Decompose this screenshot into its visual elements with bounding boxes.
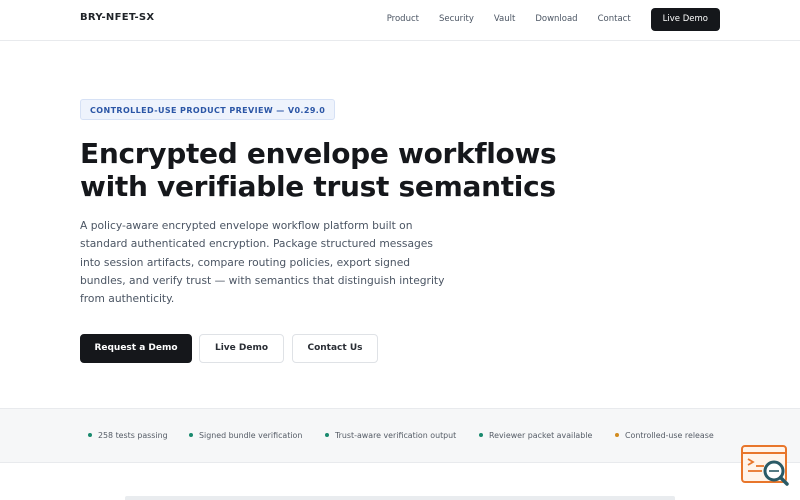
live-demo-nav-button[interactable]: Live Demo	[650, 8, 720, 31]
status-strip: 258 tests passing Signed bundle verifica…	[0, 408, 800, 463]
nav-link-vault[interactable]: Vault	[494, 8, 515, 31]
status-dot	[479, 433, 483, 437]
top-nav: BRY-NFET-SX Product Security Vault Downl…	[0, 0, 800, 41]
status-item-controlled-release: Controlled-use release	[615, 431, 714, 440]
hero-title-line-2: with verifiable trust semantics	[80, 170, 556, 203]
status-dot	[325, 433, 329, 437]
nav-link-security[interactable]: Security	[439, 8, 474, 31]
contact-us-button[interactable]: Contact Us	[292, 334, 378, 363]
live-demo-button[interactable]: Live Demo	[199, 334, 284, 363]
next-section-card-edge	[125, 496, 675, 500]
nav-link-download[interactable]: Download	[535, 8, 577, 31]
hero-subtitle: A policy-aware encrypted envelope workfl…	[80, 219, 445, 306]
hero-title: Encrypted envelope workflows with verifi…	[80, 137, 640, 203]
status-label: Trust-aware verification output	[335, 431, 457, 440]
status-item-signed-bundle: Signed bundle verification	[189, 431, 302, 440]
status-dot	[88, 433, 92, 437]
status-item-trust-output: Trust-aware verification output	[325, 431, 456, 440]
terminal-search-widget[interactable]	[740, 444, 792, 490]
status-item-tests: 258 tests passing	[88, 431, 168, 440]
terminal-search-icon	[741, 445, 789, 486]
nav-link-product[interactable]: Product	[387, 8, 419, 31]
status-dot	[189, 433, 193, 437]
status-label: 258 tests passing	[98, 431, 168, 440]
request-demo-button[interactable]: Request a Demo	[80, 334, 192, 363]
status-label: Signed bundle verification	[199, 431, 303, 440]
nav-links: Product Security Vault Download Contact …	[387, 8, 720, 31]
release-badge: CONTROLLED-USE PRODUCT PREVIEW — V0.29.0	[80, 99, 336, 120]
hero-title-line-1: Encrypted envelope workflows	[80, 137, 557, 170]
status-label: Controlled-use release	[625, 431, 714, 440]
status-dot	[615, 433, 619, 437]
nav-link-contact[interactable]: Contact	[598, 8, 631, 31]
brand-logo-text[interactable]: BRY-NFET-SX	[80, 12, 154, 23]
status-label: Reviewer packet available	[489, 431, 593, 440]
status-item-reviewer-packet: Reviewer packet available	[479, 431, 592, 440]
